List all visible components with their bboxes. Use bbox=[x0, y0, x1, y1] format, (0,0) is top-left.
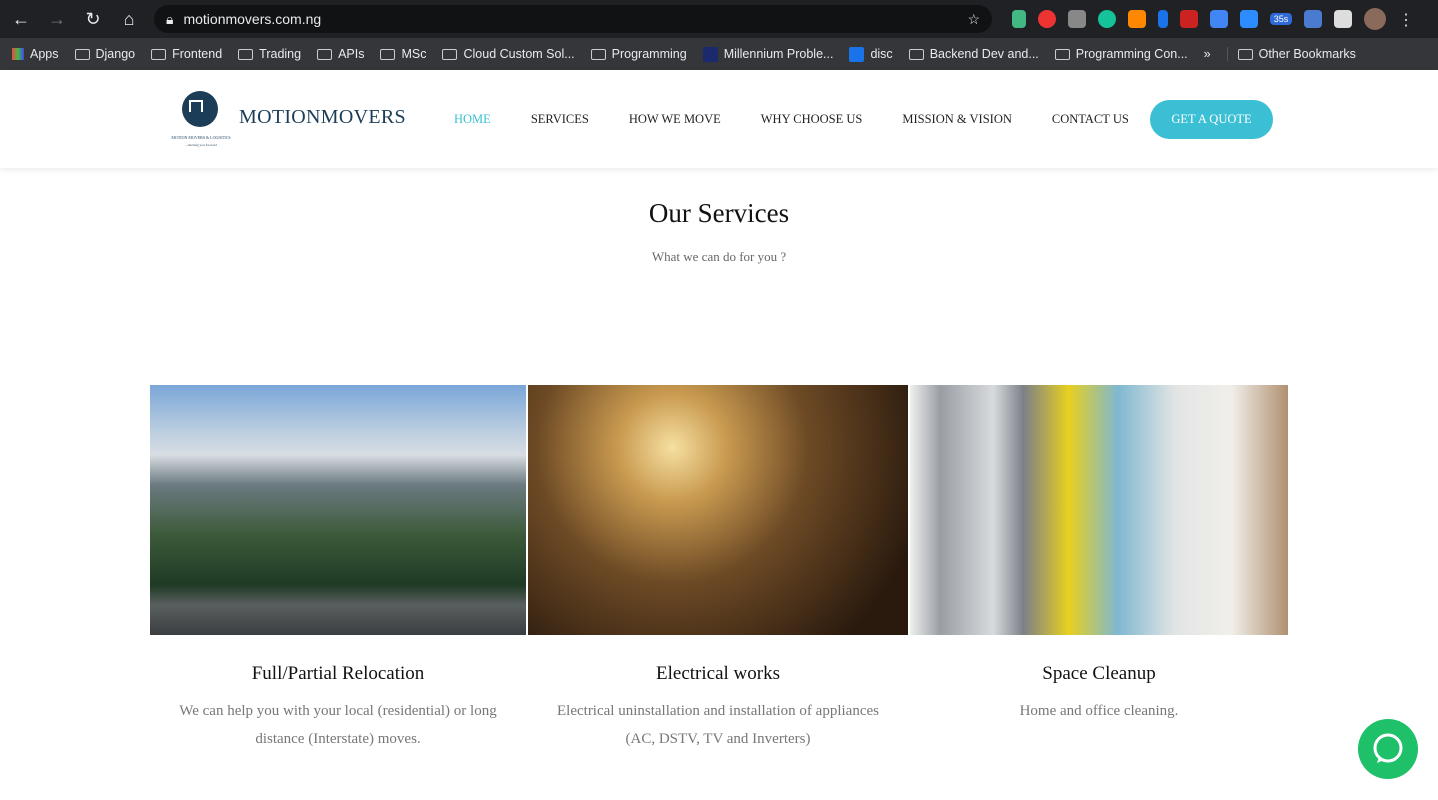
book-extension-icon[interactable] bbox=[1180, 10, 1198, 28]
timer-extension-icon[interactable]: 35s bbox=[1270, 13, 1292, 25]
nav-mission-vision[interactable]: MISSION & VISION bbox=[902, 112, 1012, 127]
bookmark-link[interactable]: Millennium Proble... bbox=[702, 46, 834, 62]
home-icon[interactable]: ⌂ bbox=[118, 9, 140, 30]
service-description: Home and office cleaning. bbox=[1019, 703, 1179, 719]
overflow-label: » bbox=[1203, 47, 1211, 61]
section-subtitle: What we can do for you ? bbox=[651, 249, 787, 264]
wireless-extension-icon[interactable] bbox=[1158, 10, 1168, 28]
folder-icon bbox=[908, 48, 924, 60]
bookmark-folder[interactable]: Programming bbox=[590, 47, 687, 61]
svg-text:MOTION MOVERS & LOGISTICS: MOTION MOVERS & LOGISTICS bbox=[171, 135, 230, 140]
service-title: Electrical works bbox=[656, 663, 780, 684]
folder-icon bbox=[380, 48, 396, 60]
service-card-electrical: Electrical works Electrical uninstallati… bbox=[528, 385, 908, 753]
flag-icon bbox=[849, 46, 865, 62]
site-header: MOTION MOVERS & LOGISTICS ...moving you f… bbox=[0, 70, 1438, 168]
bookmark-label: MSc bbox=[401, 47, 427, 61]
bookmark-apps[interactable]: Apps bbox=[12, 47, 59, 61]
vue-extension-icon[interactable] bbox=[1012, 10, 1026, 28]
bookmark-folder[interactable]: Cloud Custom Sol... bbox=[442, 47, 575, 61]
service-title: Full/Partial Relocation bbox=[251, 663, 425, 684]
bookmark-label: Other Bookmarks bbox=[1258, 47, 1356, 61]
nav-why-choose-us[interactable]: WHY CHOOSE US bbox=[761, 112, 863, 127]
section-title: Our Services bbox=[648, 198, 790, 228]
bookmark-folder[interactable]: Programming Con... bbox=[1054, 47, 1188, 61]
bookmark-folder[interactable]: Trading bbox=[238, 47, 301, 61]
nav-how-we-move[interactable]: HOW WE MOVE bbox=[629, 112, 721, 127]
logo[interactable]: MOTION MOVERS & LOGISTICS ...moving you f… bbox=[163, 90, 239, 150]
chat-bubble-icon bbox=[1373, 733, 1403, 763]
browser-toolbar: ← → ↻ ⌂ 🔒︎ motionmovers.com.ng ☆ 35s ⋮ bbox=[0, 0, 1438, 38]
bookmark-folder[interactable]: Frontend bbox=[151, 47, 222, 61]
service-description: We can help you with your local (residen… bbox=[179, 703, 497, 747]
get-a-quote-button[interactable]: GET A QUOTE bbox=[1150, 100, 1273, 139]
bookmark-label: Programming bbox=[611, 47, 687, 61]
bookmark-link[interactable]: disc bbox=[849, 46, 893, 62]
bookmarks-bar: Apps Django Frontend Trading APIs MSc Cl… bbox=[0, 38, 1438, 70]
forward-icon[interactable]: → bbox=[46, 9, 68, 30]
bookmark-folder[interactable]: Backend Dev and... bbox=[908, 47, 1039, 61]
extensions: 35s ⋮ bbox=[1012, 8, 1414, 30]
bookmark-label: Millennium Proble... bbox=[723, 47, 834, 61]
chat-button[interactable] bbox=[1358, 719, 1418, 779]
bookmark-label: Django bbox=[95, 47, 136, 61]
service-description: Electrical uninstallation and installati… bbox=[557, 703, 879, 747]
extension-icon[interactable] bbox=[1128, 10, 1146, 28]
bookmark-folder[interactable]: MSc bbox=[380, 47, 426, 61]
main-nav: HOME SERVICES HOW WE MOVE WHY CHOOSE US … bbox=[454, 112, 1129, 127]
folder-icon bbox=[317, 48, 333, 60]
bookmark-folder[interactable]: APIs bbox=[317, 47, 364, 61]
folder-icon bbox=[74, 48, 90, 60]
grammarly-icon[interactable] bbox=[1098, 10, 1116, 28]
menu-dots-icon[interactable]: ⋮ bbox=[1398, 10, 1414, 29]
folder-icon bbox=[151, 48, 167, 60]
bookmark-label: Programming Con... bbox=[1075, 47, 1188, 61]
address-bar[interactable]: 🔒︎ motionmovers.com.ng ☆ bbox=[154, 5, 992, 33]
bookmark-label: Apps bbox=[30, 47, 59, 61]
svg-text:...moving you forward: ...moving you forward bbox=[185, 143, 217, 147]
folder-icon bbox=[442, 48, 458, 60]
bookmark-other[interactable]: Other Bookmarks bbox=[1226, 47, 1356, 61]
back-icon[interactable]: ← bbox=[10, 9, 32, 30]
folder-icon bbox=[590, 48, 606, 60]
folder-icon bbox=[1237, 48, 1253, 60]
apps-grid-icon bbox=[12, 48, 24, 60]
lightbulb-image bbox=[528, 385, 908, 635]
folder-icon bbox=[1054, 48, 1070, 60]
bookmark-label: disc bbox=[870, 47, 893, 61]
service-card-cleanup: Space Cleanup Home and office cleaning. bbox=[910, 385, 1288, 725]
profile-avatar[interactable] bbox=[1364, 8, 1386, 30]
bookmarks-overflow[interactable]: » bbox=[1204, 47, 1211, 61]
translate-icon[interactable] bbox=[1210, 10, 1228, 28]
star-icon[interactable]: ☆ bbox=[967, 11, 980, 28]
folder-icon bbox=[238, 48, 254, 60]
vacuum-cleaner-image bbox=[910, 385, 1288, 635]
bookmark-label: APIs bbox=[338, 47, 365, 61]
puzzle-icon[interactable] bbox=[1334, 10, 1352, 28]
nav-services[interactable]: SERVICES bbox=[531, 112, 589, 127]
site-icon bbox=[702, 46, 718, 62]
bookmark-label: Backend Dev and... bbox=[929, 47, 1039, 61]
brand-name[interactable]: MOTIONMOVERS bbox=[239, 106, 406, 129]
bookmark-label: Trading bbox=[259, 47, 302, 61]
service-card-relocation: Full/Partial Relocation We can help you … bbox=[150, 385, 526, 753]
grid-extension-icon[interactable] bbox=[1304, 10, 1322, 28]
bookmark-label: Frontend bbox=[172, 47, 223, 61]
nav-home[interactable]: HOME bbox=[454, 112, 491, 127]
nav-contact-us[interactable]: CONTACT US bbox=[1052, 112, 1129, 127]
bookmark-label: Cloud Custom Sol... bbox=[463, 47, 575, 61]
service-title: Space Cleanup bbox=[1042, 663, 1156, 684]
extension-icon[interactable] bbox=[1038, 10, 1056, 28]
bookmark-folder[interactable]: Django bbox=[74, 47, 136, 61]
zoom-icon[interactable] bbox=[1240, 10, 1258, 28]
lock-icon: 🔒︎ bbox=[166, 10, 174, 27]
camera-extension-icon[interactable] bbox=[1068, 10, 1086, 28]
reload-icon[interactable]: ↻ bbox=[82, 9, 104, 30]
url-text[interactable]: motionmovers.com.ng bbox=[183, 11, 957, 27]
mountain-truck-image bbox=[150, 385, 526, 635]
